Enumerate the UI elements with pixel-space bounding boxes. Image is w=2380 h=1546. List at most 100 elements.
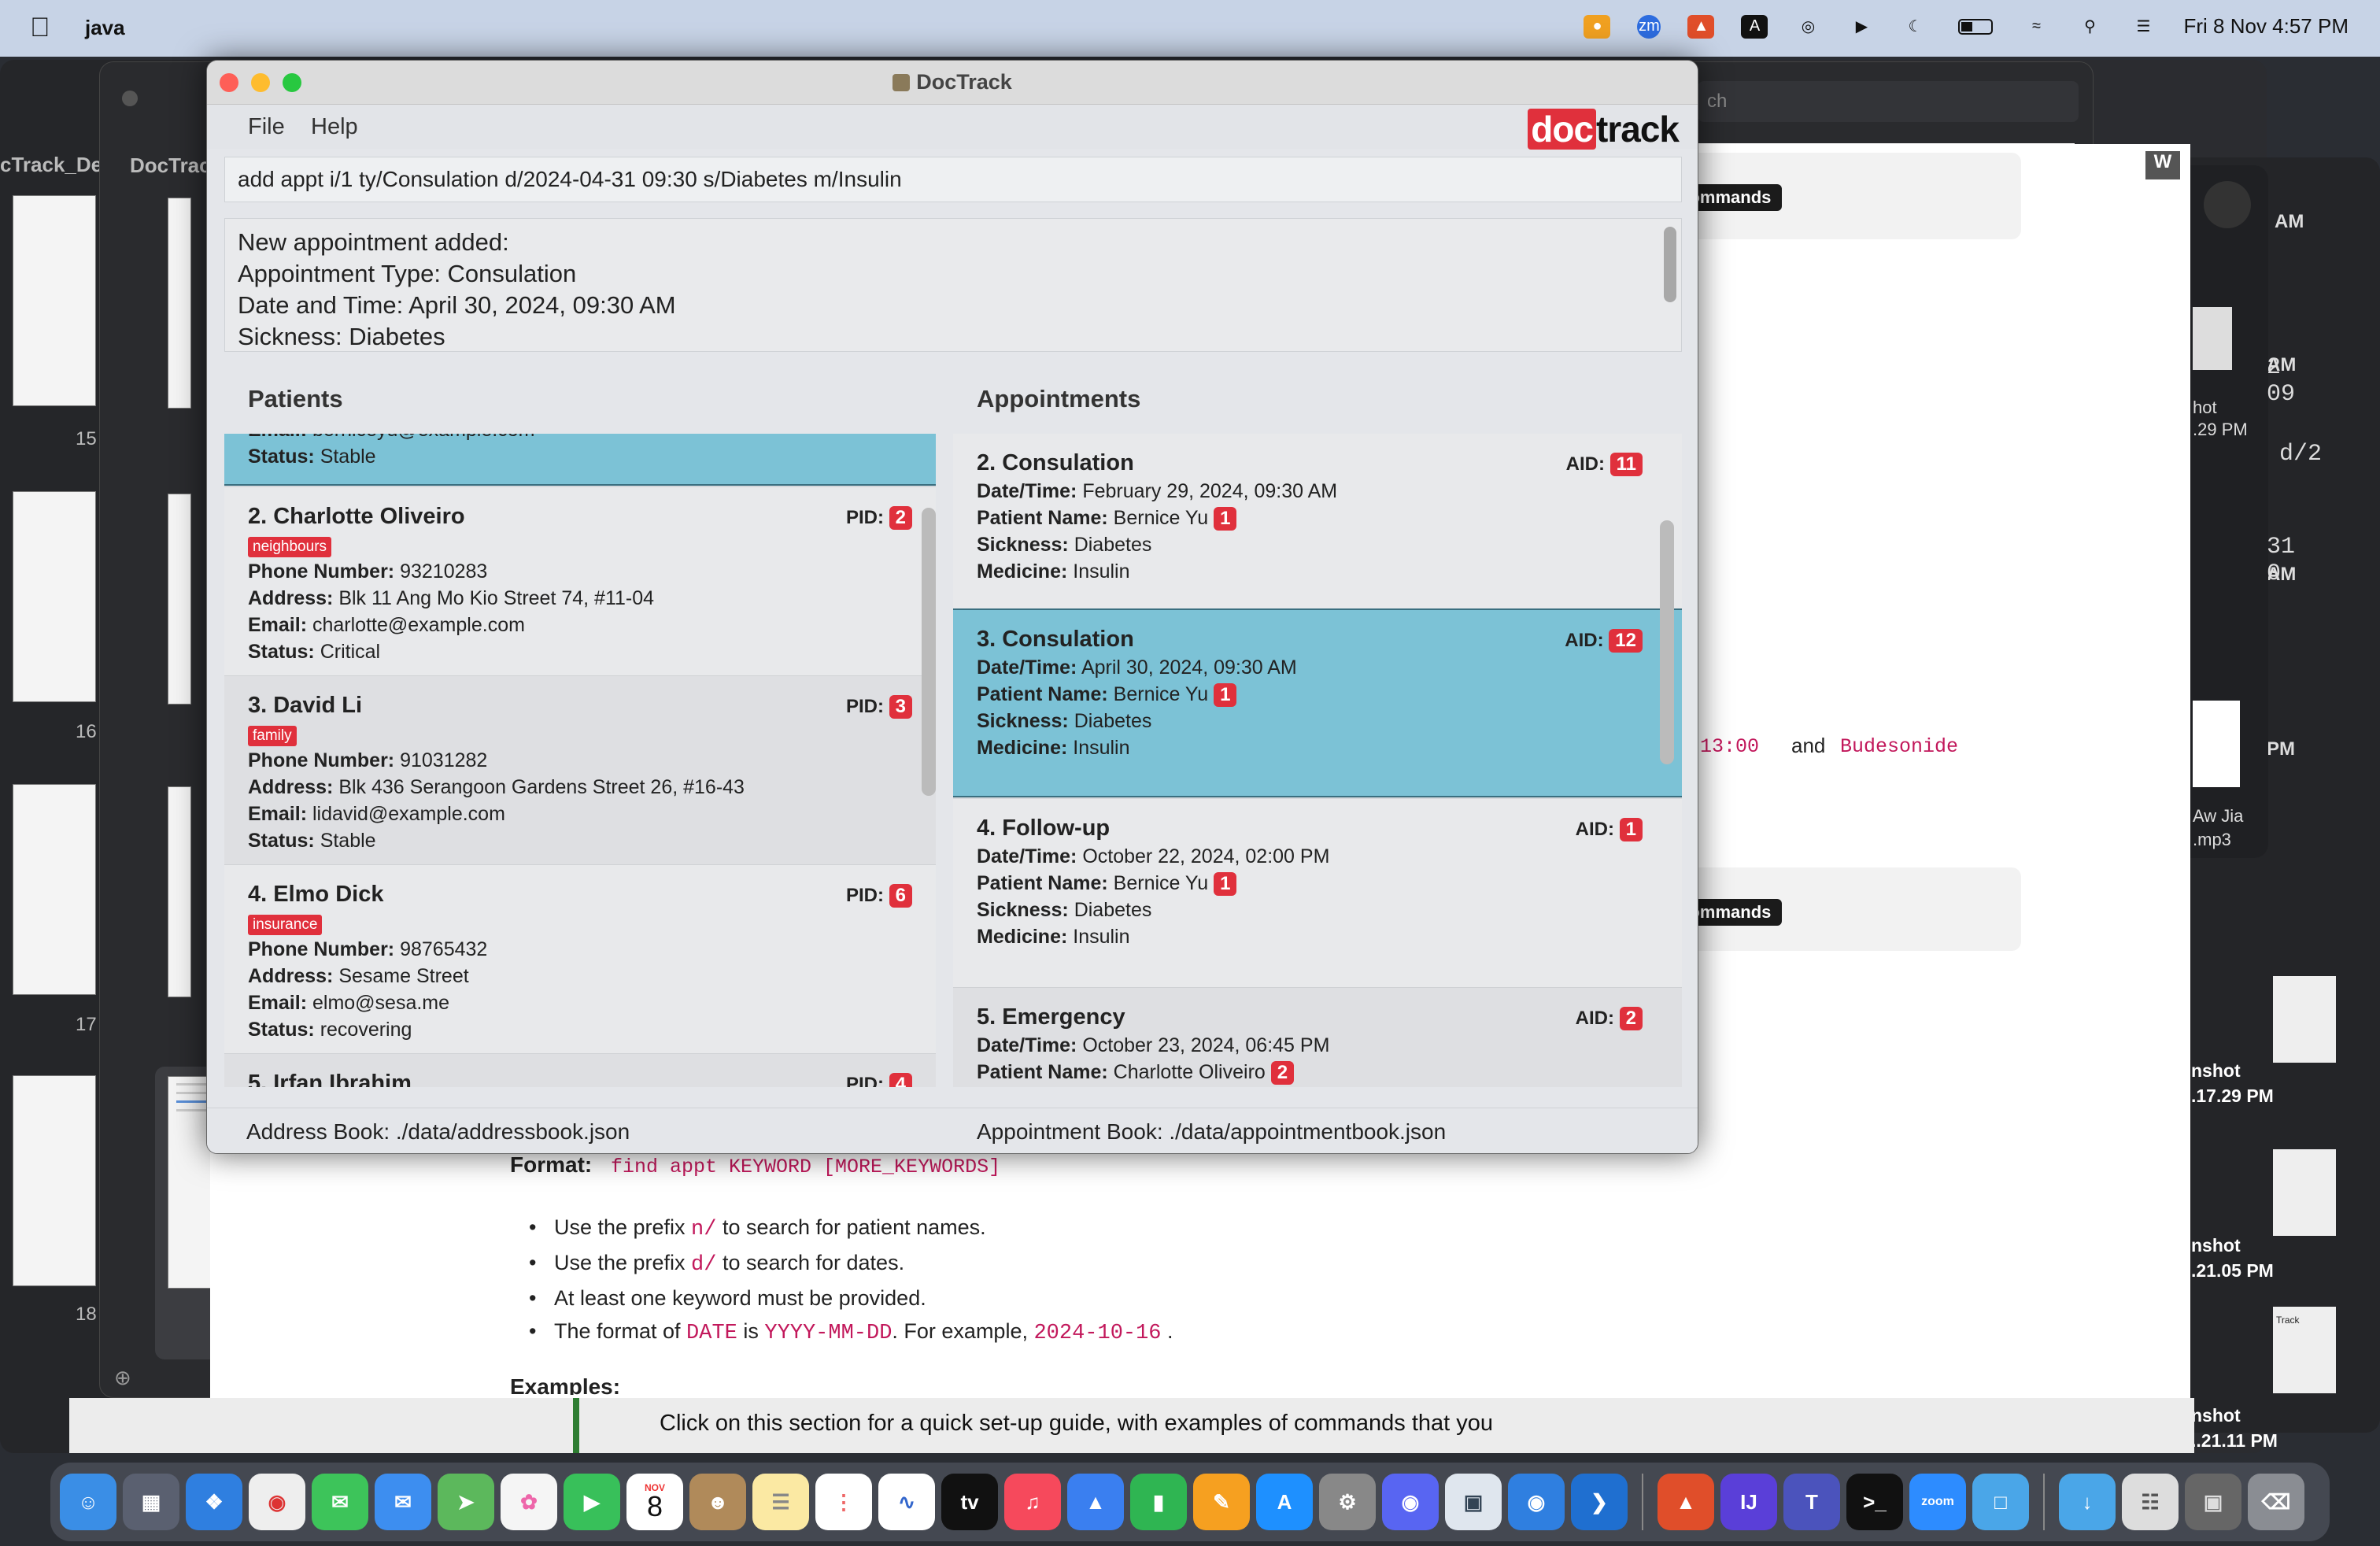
patient-card-selected[interactable]: Email: berniceyu@example.com Status: Sta…	[224, 434, 936, 486]
menubar-clock[interactable]: Fri 8 Nov 4:57 PM	[2183, 14, 2349, 39]
app-store-icon[interactable]: A	[1256, 1474, 1313, 1530]
chrome-icon[interactable]: ◉	[249, 1474, 305, 1530]
preview-icon[interactable]: ▣	[1445, 1474, 1502, 1530]
title-bar[interactable]: DocTrack	[207, 61, 1698, 105]
maps-icon[interactable]: ➤	[438, 1474, 494, 1530]
search-input[interactable]: ch	[1698, 81, 2079, 122]
close-button[interactable]	[122, 91, 138, 106]
page-thumbnail[interactable]	[168, 786, 191, 997]
launchpad-icon[interactable]: ▦	[123, 1474, 179, 1530]
reminders-icon[interactable]: ⋮	[815, 1474, 872, 1530]
freeform-icon[interactable]: ∿	[878, 1474, 935, 1530]
zoom-icon[interactable]: zm	[1637, 14, 1661, 39]
page-thumbnail[interactable]	[168, 198, 191, 409]
w-icon[interactable]: W	[2145, 151, 2180, 179]
screenshot-file-label[interactable]: nshot .21.05 PM	[2191, 1233, 2274, 1283]
result-line: Date and Time: April 30, 2024, 09:30 AM	[238, 291, 676, 319]
appointment-card[interactable]: 2. Consulation AID: 11 Date/Time: Februa…	[953, 434, 1682, 623]
keyboard-a-icon[interactable]: A	[1741, 14, 1768, 39]
screenshot-file-label[interactable]: nshot ..21.11 PM	[2191, 1403, 2278, 1453]
audio-file-label[interactable]: Aw Jia .mp3	[2193, 804, 2243, 852]
file-thumbnail[interactable]	[2193, 701, 2240, 787]
microphone-icon[interactable]: ●	[1584, 14, 1611, 39]
wifi-icon[interactable]: ≈	[2023, 15, 2049, 39]
list-item: • Use the prefix d/ to search for dates.	[529, 1251, 905, 1277]
setup-hint-bar[interactable]: Click on this section for a quick set-up…	[69, 1398, 2194, 1453]
appointment-card[interactable]: 4. Follow-up AID: 1 Date/Time: October 2…	[953, 799, 1682, 988]
folder-icon[interactable]: □	[1972, 1474, 2029, 1530]
sketch-icon[interactable]: ▲	[1687, 14, 1715, 39]
apple-menu-icon[interactable]: 	[30, 13, 50, 43]
page-thumbnail[interactable]	[168, 494, 191, 705]
result-display[interactable]: New appointment added: Appointment Type:…	[224, 218, 1682, 352]
add-page-icon[interactable]: ⊕	[114, 1366, 131, 1390]
appointment-list-scrollbar[interactable]	[1660, 520, 1674, 764]
screenshot-file-label[interactable]: hot .29 PM	[2193, 397, 2248, 441]
pages-icon[interactable]: ✎	[1193, 1474, 1250, 1530]
doctrack-logo: doctrack	[1528, 108, 1680, 150]
patient-card[interactable]: 3. David Li PID: 3 family Phone Number: …	[224, 676, 936, 865]
play-icon[interactable]: ▶	[1848, 15, 1875, 39]
music-icon[interactable]: ♫	[1004, 1474, 1061, 1530]
appointment-card[interactable]: 5. Emergency AID: 2 Date/Time: October 2…	[953, 988, 1682, 1087]
file-thumbnail[interactable]: Track	[2273, 1307, 2336, 1393]
dock: ☺ ▦ ❖ ◉ ✉ ✉ ➤ ✿ ▶ NOV 8 ☻ ☰ ⋮ ∿ tv ♫ ▲ ▮ …	[50, 1463, 2330, 1541]
file-thumbnail[interactable]	[2193, 307, 2232, 370]
downloads-icon[interactable]: ↓	[2059, 1474, 2116, 1530]
appointment-list[interactable]: 2. Consulation AID: 11 Date/Time: Februa…	[953, 434, 1682, 1087]
airpods-icon[interactable]: ◎	[1794, 15, 1821, 39]
facetime-icon[interactable]: ▶	[564, 1474, 620, 1530]
menu-help[interactable]: Help	[311, 114, 358, 140]
patient-card[interactable]: 4. Elmo Dick PID: 6 insurance Phone Numb…	[224, 865, 936, 1054]
pid-label: PID: 6	[846, 882, 912, 909]
setup-hint-text[interactable]: Click on this section for a quick set-up…	[660, 1411, 1493, 1437]
sketch-icon[interactable]: ▲	[1658, 1474, 1714, 1530]
battery-icon[interactable]	[1955, 15, 1996, 39]
active-app-name[interactable]: java	[85, 16, 125, 40]
safari-icon[interactable]: ❖	[186, 1474, 242, 1530]
patient-card[interactable]: 2. Charlotte Oliveiro PID: 2 neighbours …	[224, 487, 936, 676]
messages-icon[interactable]: ✉	[312, 1474, 368, 1530]
spotlight-icon[interactable]: ⚲	[2076, 15, 2103, 39]
menu-file[interactable]: File	[248, 114, 285, 140]
finder-icon[interactable]: ☺	[60, 1474, 116, 1530]
tv-icon[interactable]: tv	[941, 1474, 998, 1530]
patient-card[interactable]: 5. Irfan Ibrahim PID: 4	[224, 1054, 936, 1087]
vscode-icon[interactable]: ❯	[1571, 1474, 1628, 1530]
keynote-icon[interactable]: ▲	[1067, 1474, 1124, 1530]
calendar-icon[interactable]: NOV 8	[626, 1474, 683, 1530]
system-settings-icon[interactable]: ⚙	[1319, 1474, 1376, 1530]
file-thumbnail[interactable]	[2273, 1149, 2336, 1236]
photos-icon[interactable]: ✿	[501, 1474, 557, 1530]
trash-icon[interactable]: ⌫	[2248, 1474, 2304, 1530]
page-thumbnail[interactable]	[13, 195, 96, 406]
callout-box: l commands	[1659, 867, 2021, 951]
intellij-icon[interactable]: IJ	[1720, 1474, 1777, 1530]
appointment-card-selected[interactable]: 3. Consulation AID: 12 Date/Time: April …	[953, 608, 1682, 797]
patient-list[interactable]: Email: berniceyu@example.com Status: Sta…	[224, 434, 936, 1087]
command-input[interactable]: add appt i/1 ty/Consulation d/2024-04-31…	[224, 157, 1682, 202]
control-center-icon[interactable]: ☰	[2130, 15, 2156, 39]
screenshot-stack-icon[interactable]: ▣	[2185, 1474, 2241, 1530]
search-icon[interactable]	[2204, 181, 2251, 228]
moon-icon[interactable]: ☾	[1901, 15, 1928, 39]
result-scrollbar[interactable]	[1664, 227, 1676, 302]
page-thumbnail[interactable]	[13, 1075, 96, 1286]
contacts-icon[interactable]: ☻	[689, 1474, 746, 1530]
stack-icon[interactable]: ☷	[2122, 1474, 2179, 1530]
page-thumbnail[interactable]	[13, 491, 96, 702]
notes-icon[interactable]: ☰	[752, 1474, 809, 1530]
terminal-icon[interactable]: >_	[1846, 1474, 1903, 1530]
teams-icon[interactable]: T	[1783, 1474, 1840, 1530]
find-my-icon[interactable]: ◉	[1508, 1474, 1565, 1530]
zoom-icon[interactable]: zoom	[1909, 1474, 1966, 1530]
file-thumbnail[interactable]	[2273, 976, 2336, 1063]
discord-icon[interactable]: ◉	[1382, 1474, 1439, 1530]
numbers-icon[interactable]: ▮	[1130, 1474, 1187, 1530]
screenshot-file-label[interactable]: nshot .17.29 PM	[2191, 1058, 2274, 1108]
patient-name: 5. Irfan Ibrahim	[248, 1071, 412, 1087]
patient-name: 3. David Li	[248, 693, 363, 718]
mail-icon[interactable]: ✉	[375, 1474, 431, 1530]
page-thumbnail[interactable]	[13, 784, 96, 995]
patient-list-scrollbar[interactable]	[922, 508, 936, 796]
